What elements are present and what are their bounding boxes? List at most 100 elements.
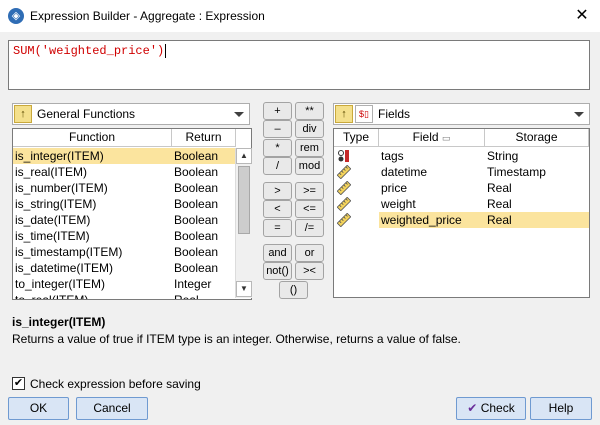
field-type-cell (334, 164, 379, 180)
function-list-scrollbar[interactable]: ▲ ▼ (235, 148, 252, 298)
check-button[interactable]: ✔ Check (456, 397, 526, 420)
operator-button[interactable]: and (263, 244, 292, 262)
field-storage: Real (485, 212, 589, 228)
description-title: is_integer(ITEM) (12, 315, 106, 329)
function-list: Function Return is_integer(ITEM) Boolean i… (12, 128, 252, 300)
function-return-type: Boolean (174, 213, 219, 227)
expression-editor[interactable]: SUM('weighted_price') (8, 40, 590, 90)
field-type-cell (334, 180, 379, 196)
operator-button[interactable]: = (263, 219, 292, 237)
check-expression-checkbox[interactable]: ✔ (12, 377, 25, 390)
fields-dropdown[interactable]: ↑ $▯ Fields (333, 103, 590, 125)
function-category-dropdown[interactable]: ↑ General Functions (12, 103, 250, 125)
function-return-type: Boolean (172, 148, 236, 164)
operator-button[interactable]: > (263, 182, 292, 200)
operator-button[interactable]: mod (295, 157, 324, 175)
ok-button[interactable]: OK (8, 397, 69, 420)
function-name: is_time(ITEM) (15, 229, 90, 243)
ruler-continuous-icon (337, 197, 351, 211)
ruler-continuous-icon (337, 181, 351, 195)
function-row[interactable]: to_integer(ITEM) Integer (13, 276, 236, 292)
sort-icon: ▭ (441, 133, 451, 143)
function-row[interactable]: is_number(ITEM) Boolean (13, 180, 236, 196)
field-storage: String (487, 149, 519, 163)
function-name: is_datetime(ITEM) (15, 261, 114, 275)
close-button[interactable]: ✕ (566, 2, 598, 30)
field-column-header[interactable]: Field ▭ (379, 129, 485, 147)
chevron-down-icon (574, 112, 584, 117)
field-type-cell (334, 196, 379, 212)
string-type-icon (338, 150, 349, 162)
check-expression-label[interactable]: Check expression before saving (30, 377, 201, 391)
field-storage: Real (487, 181, 512, 195)
app-icon: ◈ (8, 8, 24, 24)
operator-button[interactable]: + (263, 102, 292, 120)
window-title: Expression Builder - Aggregate : Express… (30, 9, 265, 23)
field-header-label: Field (412, 130, 439, 144)
function-return-type: Boolean (174, 181, 219, 195)
scroll-down-icon[interactable]: ▼ (236, 281, 252, 297)
function-category-label: General Functions (37, 107, 136, 121)
function-name: is_real(ITEM) (15, 165, 88, 179)
function-row[interactable]: is_time(ITEM) Boolean (13, 228, 236, 244)
field-row[interactable]: tags String (334, 148, 589, 164)
operator-button[interactable]: not() (263, 262, 292, 280)
operator-button[interactable]: >< (295, 262, 324, 280)
operator-button[interactable]: ** (295, 102, 324, 120)
checkmark-icon: ✔ (467, 401, 478, 415)
description-text: Returns a value of true if ITEM type is … (12, 332, 461, 346)
text-cursor (165, 44, 167, 58)
field-storage: Timestamp (487, 165, 546, 179)
function-column-header[interactable]: Function (13, 129, 172, 147)
field-name: price (381, 181, 408, 195)
operator-button[interactable]: >= (295, 182, 324, 200)
operator-button[interactable]: /= (295, 219, 324, 237)
field-type-cell (334, 212, 379, 228)
expression-text: SUM('weighted_price') (13, 44, 165, 59)
function-row[interactable]: is_timestamp(ITEM) Boolean (13, 244, 236, 260)
operator-button[interactable]: * (263, 139, 292, 157)
fields-label: Fields (378, 107, 411, 121)
cancel-button[interactable]: Cancel (76, 397, 148, 420)
function-return-type: Real (174, 293, 199, 300)
operator-button[interactable]: / (263, 157, 292, 175)
operator-button[interactable]: <= (295, 200, 324, 218)
function-return-type: Boolean (174, 261, 219, 275)
insert-arrow-icon[interactable]: ↑ (335, 105, 353, 123)
field-row[interactable]: datetime Timestamp (334, 164, 589, 180)
field-name: weighted_price (379, 212, 485, 228)
scroll-up-icon[interactable]: ▲ (236, 148, 252, 164)
function-row[interactable]: is_datetime(ITEM) Boolean (13, 260, 236, 276)
field-row[interactable]: price Real (334, 180, 589, 196)
function-return-type: Boolean (174, 165, 219, 179)
help-button[interactable]: Help (530, 397, 592, 420)
ruler-continuous-icon (337, 213, 351, 227)
scroll-thumb[interactable] (238, 166, 250, 234)
return-column-header[interactable]: Return (172, 129, 236, 147)
field-value-icon[interactable]: $▯ (355, 105, 373, 123)
check-button-label: Check (480, 401, 515, 415)
function-return-type: Integer (174, 277, 212, 291)
operator-button[interactable]: or (295, 244, 324, 262)
field-row[interactable]: weighted_price Real (334, 212, 589, 228)
function-name: to_real(ITEM) (15, 293, 89, 300)
function-row[interactable]: is_real(ITEM) Boolean (13, 164, 236, 180)
field-type-cell (334, 148, 379, 164)
function-name: is_string(ITEM) (15, 197, 97, 211)
insert-arrow-icon[interactable]: ↑ (14, 105, 32, 123)
field-row[interactable]: weight Real (334, 196, 589, 212)
ruler-continuous-icon (337, 165, 351, 179)
function-row[interactable]: is_date(ITEM) Boolean (13, 212, 236, 228)
function-row[interactable]: is_string(ITEM) Boolean (13, 196, 236, 212)
operator-button[interactable]: – (263, 120, 292, 138)
operator-button[interactable]: < (263, 200, 292, 218)
type-column-header[interactable]: Type (334, 129, 379, 147)
function-row[interactable]: to_real(ITEM) Real (13, 292, 236, 300)
operator-button[interactable]: div (295, 120, 324, 138)
operator-button[interactable]: () (279, 281, 308, 299)
function-name: to_integer(ITEM) (15, 277, 106, 291)
storage-column-header[interactable]: Storage (485, 129, 589, 147)
operator-button[interactable]: rem (295, 139, 324, 157)
function-row[interactable]: is_integer(ITEM) Boolean (13, 148, 236, 164)
function-name: is_date(ITEM) (15, 213, 91, 227)
